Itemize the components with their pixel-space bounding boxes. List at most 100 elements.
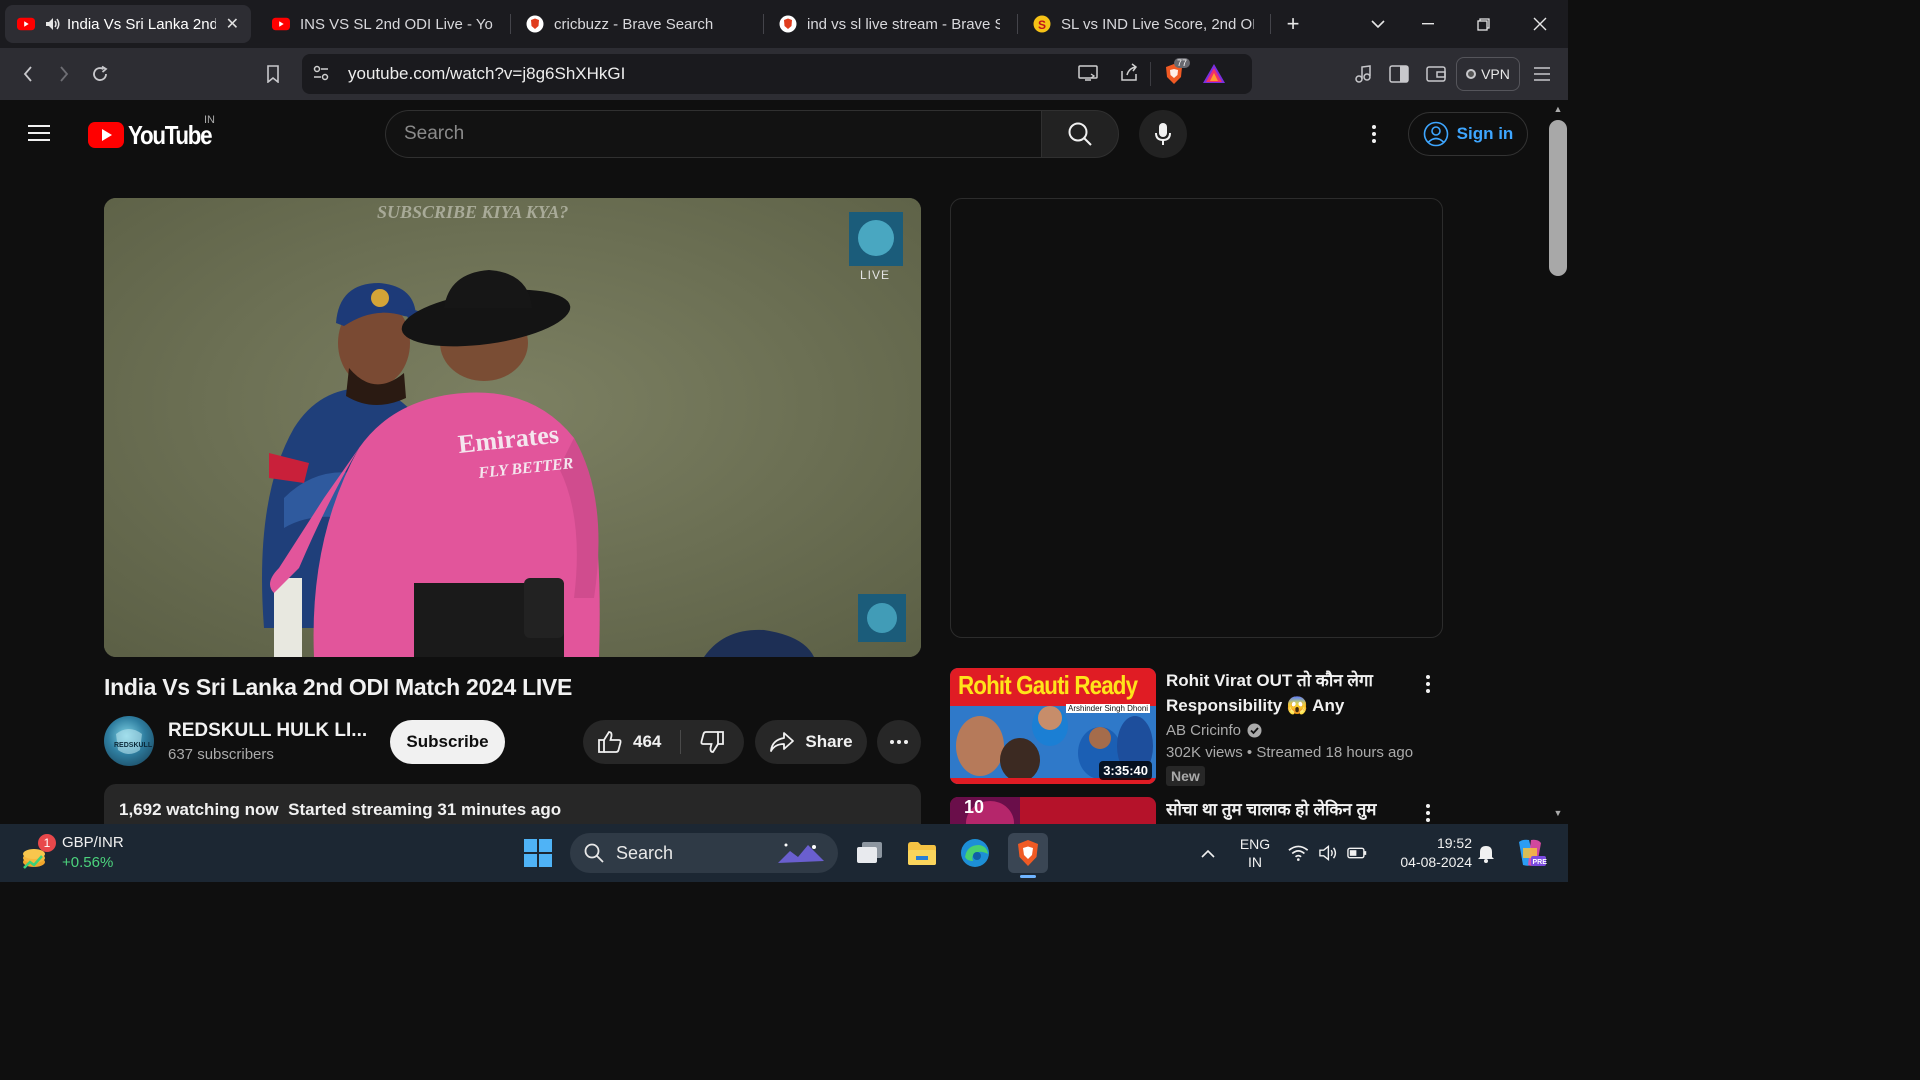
guide-menu-icon[interactable] bbox=[28, 120, 60, 148]
brave-rewards-icon[interactable] bbox=[1202, 63, 1226, 90]
search-input[interactable] bbox=[404, 123, 1004, 145]
scroll-up-arrow-icon[interactable]: ▲ bbox=[1552, 104, 1564, 114]
address-bar[interactable]: youtube.com/watch?v=j8g6ShXHkGI 77 bbox=[302, 54, 1252, 94]
input-language-indicator[interactable]: ENG IN bbox=[1232, 824, 1278, 882]
tab-5[interactable]: S SL vs IND Live Score, 2nd ODI bbox=[1021, 5, 1266, 43]
forward-icon[interactable] bbox=[50, 60, 78, 88]
recommended-menu-icon[interactable] bbox=[1418, 672, 1438, 696]
video-overlay-text: SUBSCRIBE KIYA KYA? bbox=[377, 202, 569, 222]
account-icon bbox=[1423, 121, 1448, 147]
bookmark-icon[interactable] bbox=[259, 60, 287, 88]
scrollbar-thumb[interactable] bbox=[1549, 120, 1567, 276]
channel-avatar[interactable]: REDSKULL bbox=[104, 716, 154, 766]
new-badge: New bbox=[1166, 766, 1205, 786]
restore-icon[interactable] bbox=[1468, 10, 1498, 38]
recommended-menu-icon[interactable] bbox=[1418, 801, 1438, 824]
share-button[interactable]: Share bbox=[755, 720, 867, 764]
close-window-icon[interactable] bbox=[1525, 10, 1555, 38]
notification-bell-icon[interactable] bbox=[1474, 824, 1498, 882]
like-button[interactable]: 464 bbox=[583, 720, 680, 764]
logo-wordmark: YouTube bbox=[128, 119, 213, 150]
scroll-down-arrow-icon[interactable]: ▼ bbox=[1552, 808, 1564, 818]
brave-icon bbox=[526, 15, 544, 33]
more-actions-icon[interactable] bbox=[877, 720, 921, 764]
youtube-header: YouTube IN Sign in bbox=[0, 100, 1548, 168]
show-hidden-icons-chevron-icon[interactable] bbox=[1194, 824, 1222, 882]
settings-kebab-icon[interactable] bbox=[1362, 120, 1386, 148]
thumbnail-headline: Rohit Gauti Ready bbox=[958, 670, 1138, 700]
task-view-icon[interactable] bbox=[849, 833, 889, 873]
site-info-icon[interactable] bbox=[312, 64, 330, 87]
dislike-button[interactable] bbox=[683, 720, 741, 764]
stock-widget[interactable]: 1 GBP/INR +0.56% bbox=[20, 832, 160, 876]
youtube-logo[interactable]: YouTube IN bbox=[88, 114, 225, 150]
clock[interactable]: 19:52 04-08-2024 bbox=[1384, 824, 1472, 882]
brave-shields-icon[interactable]: 77 bbox=[1162, 58, 1191, 92]
search-button[interactable] bbox=[1041, 110, 1119, 158]
browser-tab-strip: India Vs Sri Lanka 2nd ✕ INS VS SL 2nd O… bbox=[0, 0, 1568, 48]
description-stats: 1,692 watching now Started streaming 31 … bbox=[119, 800, 561, 820]
browser-toolbar: youtube.com/watch?v=j8g6ShXHkGI 77 VPN bbox=[0, 48, 1568, 100]
microphone-icon bbox=[1155, 123, 1171, 145]
recommended-title[interactable]: Rohit Virat OUT तो कौन लेगा Responsibili… bbox=[1166, 668, 1416, 718]
page-scrollbar[interactable]: ▲ ▼ bbox=[1548, 100, 1568, 824]
quick-settings[interactable] bbox=[1288, 824, 1368, 882]
video-thumbnail[interactable]: 10 bbox=[950, 797, 1156, 824]
share-arrow-icon bbox=[770, 732, 795, 752]
recommended-video-2[interactable]: 10 सोचा था तुम चालाक हो लेकिन तुम bbox=[950, 797, 1450, 824]
youtube-icon bbox=[272, 15, 290, 33]
video-thumbnail[interactable]: Rohit Gauti Ready Arshinder Singh Dhoni … bbox=[950, 668, 1156, 784]
taskbar-search-label: Search bbox=[616, 842, 674, 863]
brave-taskbar-icon[interactable] bbox=[1008, 833, 1048, 878]
edge-browser-icon[interactable] bbox=[955, 833, 995, 873]
recommended-title[interactable]: सोचा था तुम चालाक हो लेकिन तुम bbox=[1166, 797, 1416, 822]
search-icon bbox=[1068, 122, 1092, 146]
language-code: ENG bbox=[1239, 836, 1271, 852]
reload-icon[interactable] bbox=[86, 60, 114, 88]
sign-in-button[interactable]: Sign in bbox=[1408, 112, 1528, 156]
channel-name[interactable]: REDSKULL HULK LI... bbox=[168, 720, 367, 742]
speaker-icon[interactable] bbox=[45, 15, 61, 33]
copilot-icon[interactable]: PRE bbox=[1510, 824, 1550, 882]
video-frame: Emirates FLY BETTER bbox=[104, 198, 921, 657]
country-code: IN bbox=[204, 114, 215, 126]
close-tab-icon[interactable]: ✕ bbox=[226, 14, 239, 34]
search-icon bbox=[584, 843, 604, 863]
taskbar-search[interactable]: Search bbox=[570, 833, 838, 873]
svg-text:PRE: PRE bbox=[1533, 859, 1548, 866]
windows-start-icon[interactable] bbox=[518, 833, 558, 873]
recommended-video-1[interactable]: Rohit Gauti Ready Arshinder Singh Dhoni … bbox=[950, 668, 1450, 788]
back-icon[interactable] bbox=[14, 60, 42, 88]
tab-title: India Vs Sri Lanka 2nd bbox=[67, 15, 216, 33]
sign-in-label: Sign in bbox=[1456, 124, 1514, 143]
new-tab-button[interactable]: + bbox=[1278, 10, 1308, 38]
subscribe-button[interactable]: Subscribe bbox=[390, 720, 505, 764]
tab-1[interactable]: India Vs Sri Lanka 2nd ✕ bbox=[5, 5, 251, 43]
wallet-icon[interactable] bbox=[1422, 60, 1450, 88]
thumbs-down-icon bbox=[700, 731, 724, 753]
minimize-icon[interactable] bbox=[1413, 10, 1443, 38]
share-page-icon[interactable] bbox=[1119, 63, 1139, 88]
like-dislike-group: 464 bbox=[583, 720, 744, 764]
recommended-meta: 302K views • Streamed 18 hours ago bbox=[1166, 744, 1413, 761]
vpn-label: VPN bbox=[1481, 66, 1510, 82]
cast-icon[interactable] bbox=[1077, 64, 1099, 87]
tab-search-chevron-icon[interactable] bbox=[1363, 10, 1393, 38]
vpn-button[interactable]: VPN bbox=[1456, 57, 1520, 91]
vpn-status-dot-icon bbox=[1466, 69, 1477, 79]
recommended-channel[interactable]: AB Cricinfo bbox=[1166, 722, 1262, 739]
youtube-icon bbox=[17, 15, 35, 33]
sidebar-toggle-icon[interactable] bbox=[1385, 60, 1413, 88]
voice-search-button[interactable] bbox=[1139, 110, 1187, 158]
tab-3[interactable]: cricbuzz - Brave Search bbox=[514, 5, 759, 43]
browser-menu-icon[interactable] bbox=[1528, 60, 1556, 88]
tab-divider bbox=[1017, 14, 1018, 34]
file-explorer-icon[interactable] bbox=[902, 833, 942, 873]
widget-title: GBP/INR bbox=[62, 834, 124, 851]
tab-divider bbox=[510, 14, 511, 34]
subscriber-count: 637 subscribers bbox=[168, 746, 274, 763]
video-player[interactable]: Emirates FLY BETTER SUBSCRIBE KIYA KYA? … bbox=[104, 198, 921, 657]
media-playlist-icon[interactable] bbox=[1349, 60, 1377, 88]
tab-2[interactable]: INS VS SL 2nd ODI Live - YouT bbox=[260, 5, 505, 43]
tab-4[interactable]: ind vs sl live stream - Brave Se bbox=[767, 5, 1012, 43]
